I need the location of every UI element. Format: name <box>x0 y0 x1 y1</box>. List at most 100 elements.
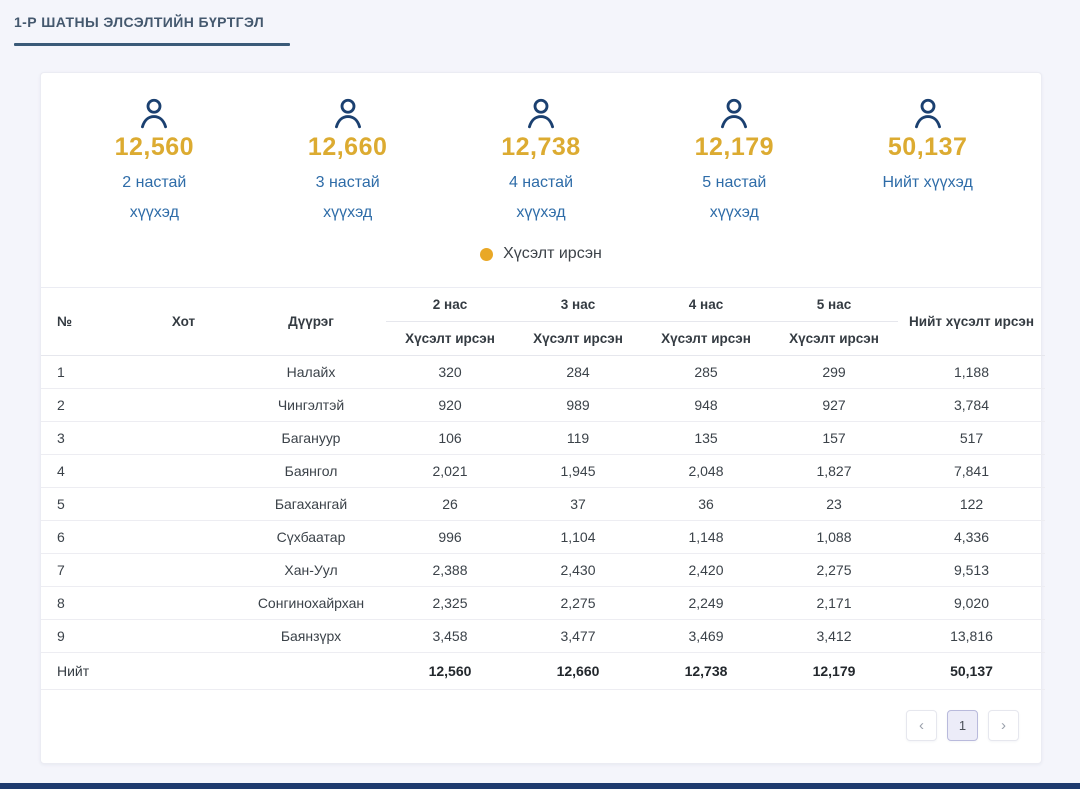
cell-age5: 1,088 <box>770 520 898 555</box>
stat-value: 50,137 <box>887 133 968 161</box>
col-header-age5: 5 нас <box>770 288 898 323</box>
stat-label: 3 настай хүүхэд <box>315 174 380 221</box>
cell-age5: 299 <box>770 355 898 390</box>
cell-district: Сонгинохайрхан <box>236 586 386 621</box>
cell-age4: 285 <box>642 355 770 390</box>
total-label: Нийт <box>41 652 386 691</box>
cell-age2: 920 <box>386 388 514 423</box>
stat-card: 12,179 5 настай хүүхэд <box>644 95 824 227</box>
col-header-age2: 2 нас <box>386 288 514 323</box>
cell-city <box>131 520 236 555</box>
table-row: 6 Сүхбаатар 996 1,104 1,148 1,088 4,336 <box>41 520 1045 555</box>
cell-age5: 157 <box>770 421 898 456</box>
cell-city <box>131 586 236 621</box>
table-row: 4 Баянгол 2,021 1,945 2,048 1,827 7,841 <box>41 454 1045 489</box>
person-icon <box>914 98 941 129</box>
table-body: 1 Налайх 320 284 285 299 1,188 2 Чингэлт… <box>41 355 1045 654</box>
cell-age3: 1,945 <box>514 454 642 489</box>
pagination-page-1-button[interactable]: 1 <box>947 710 978 742</box>
stat-label: 2 настай хүүхэд <box>122 174 187 221</box>
cell-age5: 3,412 <box>770 619 898 654</box>
cell-age4: 2,249 <box>642 586 770 621</box>
cell-age3: 2,275 <box>514 586 642 621</box>
stat-card: 50,137 Нийт хүүхэд <box>838 95 1018 227</box>
stat-card: 12,560 2 настай хүүхэд <box>64 95 244 227</box>
col-header-district: Дүүрэг <box>236 288 386 357</box>
cell-age3: 1,104 <box>514 520 642 555</box>
table-row: 9 Баянзүрх 3,458 3,477 3,469 3,412 13,81… <box>41 619 1045 654</box>
stat-card: 12,660 3 настай хүүхэд <box>258 95 438 227</box>
cell-total: 13,816 <box>898 619 1045 654</box>
cell-age4: 1,148 <box>642 520 770 555</box>
total-row: Нийт 12,560 12,660 12,738 12,179 50,137 <box>41 652 1045 691</box>
cell-city <box>131 487 236 522</box>
table-row: 8 Сонгинохайрхан 2,325 2,275 2,249 2,171… <box>41 586 1045 621</box>
stat-value: 12,660 <box>307 133 388 161</box>
stats-section: 12,560 2 настай хүүхэд 12,660 3 настай х… <box>41 73 1041 289</box>
stat-label: 4 настай хүүхэд <box>508 174 574 221</box>
legend-dot-icon <box>480 247 494 261</box>
cell-district: Сүхбаатар <box>236 520 386 555</box>
district-table: № Хот Дүүрэг 2 нас 3 нас 4 нас 5 нас Ний… <box>41 288 1045 691</box>
cell-district: Хан-Уул <box>236 553 386 588</box>
col-header-age3: 3 нас <box>514 288 642 323</box>
cell-total: 122 <box>898 487 1045 522</box>
cell-district: Налайх <box>236 355 386 390</box>
stat-value: 12,738 <box>501 133 581 161</box>
table-row: 7 Хан-Уул 2,388 2,430 2,420 2,275 9,513 <box>41 553 1045 588</box>
total-age5: 12,179 <box>770 652 898 691</box>
table-row: 3 Багануур 106 119 135 157 517 <box>41 421 1045 456</box>
table-row: 2 Чингэлтэй 920 989 948 927 3,784 <box>41 388 1045 423</box>
cell-age2: 106 <box>386 421 514 456</box>
cell-age2: 2,325 <box>386 586 514 621</box>
table-row: 1 Налайх 320 284 285 299 1,188 <box>41 355 1045 390</box>
cell-district: Баянгол <box>236 454 386 489</box>
cell-age2: 26 <box>386 487 514 522</box>
col-header-grand-total: Нийт хүсэлт ирсэн <box>898 288 1045 357</box>
cell-district: Багануур <box>236 421 386 456</box>
total-grand: 50,137 <box>898 652 1045 691</box>
col-header-age4: 4 нас <box>642 288 770 323</box>
cell-total: 1,188 <box>898 355 1045 390</box>
cell-city <box>131 421 236 456</box>
legend: Хүсэлт ирсэн <box>51 245 1031 263</box>
cell-city <box>131 388 236 423</box>
pagination: ‹ 1 › <box>41 690 1041 763</box>
total-age4: 12,738 <box>642 652 770 691</box>
subheader-requests-age2: Хүсэлт ирсэн <box>386 321 514 357</box>
cell-no: 4 <box>41 454 131 489</box>
person-icon <box>141 98 168 129</box>
person-icon <box>721 98 748 129</box>
cell-age3: 37 <box>514 487 642 522</box>
cell-no: 1 <box>41 355 131 390</box>
tab-active-indicator <box>14 43 290 46</box>
cell-age2: 996 <box>386 520 514 555</box>
cell-age5: 1,827 <box>770 454 898 489</box>
pagination-next-button[interactable]: › <box>988 710 1019 742</box>
col-header-no: № <box>41 288 131 357</box>
stat-card: 12,738 4 настай хүүхэд <box>451 95 631 227</box>
stat-label: Нийт хүүхэд <box>882 174 973 191</box>
pagination-prev-button[interactable]: ‹ <box>906 710 937 742</box>
cell-age3: 284 <box>514 355 642 390</box>
main-panel: 12,560 2 настай хүүхэд 12,660 3 настай х… <box>40 72 1045 765</box>
cell-age3: 119 <box>514 421 642 456</box>
cell-age3: 3,477 <box>514 619 642 654</box>
cell-no: 2 <box>41 388 131 423</box>
table-footer: Нийт 12,560 12,660 12,738 12,179 50,137 <box>41 652 1045 691</box>
cell-no: 5 <box>41 487 131 522</box>
cell-district: Баянзүрх <box>236 619 386 654</box>
cell-age5: 23 <box>770 487 898 522</box>
cell-total: 7,841 <box>898 454 1045 489</box>
cell-age5: 2,275 <box>770 553 898 588</box>
stat-value: 12,179 <box>694 133 775 161</box>
cell-total: 4,336 <box>898 520 1045 555</box>
legend-label: Хүсэлт ирсэн <box>503 245 602 263</box>
cell-no: 7 <box>41 553 131 588</box>
cell-city <box>131 619 236 654</box>
subheader-requests-age5: Хүсэлт ирсэн <box>770 321 898 357</box>
tab-enrollment-stage1[interactable]: 1-Р ШАТНЫ ЭЛСЭЛТИЙН БҮРТГЭЛ <box>14 14 264 30</box>
cell-age2: 2,021 <box>386 454 514 489</box>
cell-age2: 3,458 <box>386 619 514 654</box>
table-row: 5 Багахангай 26 37 36 23 122 <box>41 487 1045 522</box>
